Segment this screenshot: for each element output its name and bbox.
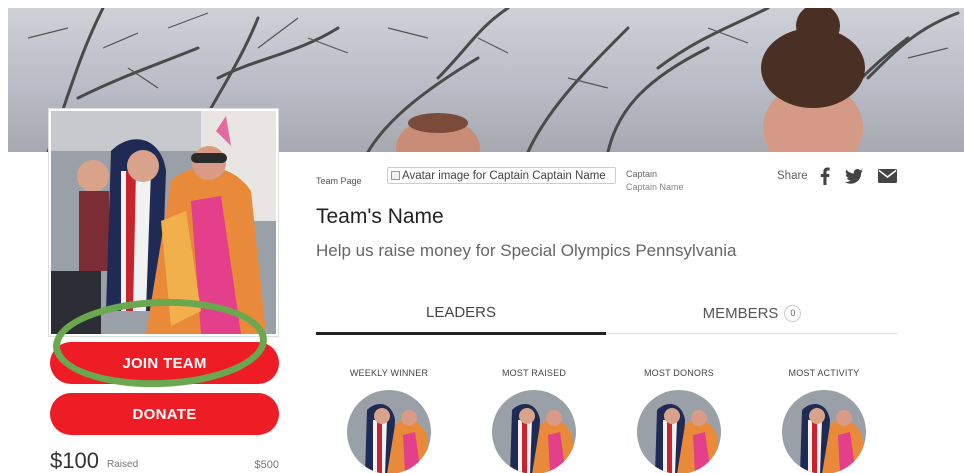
raised-amount: $100: [50, 448, 99, 473]
leader-avatar[interactable]: [637, 390, 721, 473]
tab-members-label: MEMBERS: [702, 304, 779, 322]
tab-leaders-label: LEADERS: [425, 303, 497, 321]
leader-most-activity: MOST ACTIVITY: [749, 368, 899, 378]
email-icon[interactable]: [877, 167, 897, 185]
team-photo-illustration: [51, 111, 276, 334]
captain-avatar: Avatar image for Captain Captain Name: [387, 167, 616, 184]
captain-name[interactable]: Captain Name: [626, 182, 684, 192]
leader-weekly-winner: WEEKLY WINNER: [314, 368, 464, 378]
leader-label: WEEKLY WINNER: [349, 368, 429, 378]
team-name: Team's Name: [316, 205, 444, 228]
team-photo: [49, 109, 278, 336]
leader-most-raised: MOST RAISED: [459, 368, 609, 378]
share-label: Share: [777, 170, 808, 182]
tab-leaders[interactable]: LEADERS: [316, 292, 606, 335]
team-page-label: Team Page: [316, 176, 362, 186]
tab-members[interactable]: MEMBERS 0: [606, 292, 898, 334]
leader-label: MOST DONORS: [643, 368, 715, 378]
leader-avatar[interactable]: [492, 390, 576, 473]
team-tabs: LEADERS MEMBERS 0: [316, 292, 898, 335]
team-description: Help us raise money for Special Olympics…: [316, 241, 737, 260]
donate-button[interactable]: DONATE: [50, 393, 279, 435]
fundraising-progress: $100 Raised $500: [50, 448, 279, 473]
captain-role: Captain: [626, 169, 658, 179]
facebook-icon[interactable]: [819, 167, 831, 185]
goal-amount: $500: [254, 459, 279, 471]
twitter-icon[interactable]: [845, 167, 863, 185]
broken-image-icon: [391, 171, 400, 180]
leader-label: MOST RAISED: [501, 368, 567, 378]
leader-avatar[interactable]: [347, 390, 431, 473]
join-team-button[interactable]: JOIN TEAM: [50, 342, 279, 384]
members-count-badge: 0: [784, 304, 802, 322]
avatar-alt-text: Avatar image for Captain Captain Name: [402, 169, 606, 182]
leader-most-donors: MOST DONORS: [604, 368, 754, 378]
leader-avatar[interactable]: [782, 390, 866, 473]
leader-label: MOST ACTIVITY: [788, 368, 860, 378]
raised-label: Raised: [107, 459, 139, 470]
